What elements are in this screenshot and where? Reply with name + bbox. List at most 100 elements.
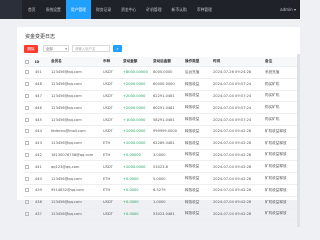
table-row[interactable]: 451 123456@qq.com USDT +8000.00000 8000.0000… (24, 66, 300, 79)
nav-item-coin-management[interactable]: 币种管理 (192, 0, 217, 19)
cell-time: 2024-07-04 09:57:24 (212, 101, 264, 115)
nav-item-system-settings[interactable]: 系统设置 (41, 0, 66, 19)
row-checkbox[interactable] (24, 66, 34, 79)
table-row[interactable]: 442 18130076758@qq.com ETH +0.00000 3.0000 释放… (24, 149, 300, 162)
cell-coin: ETH (102, 184, 122, 197)
row-checkbox[interactable] (24, 137, 34, 150)
col-type: 操作类型 (184, 57, 212, 67)
row-checkbox[interactable] (24, 90, 34, 103)
search-input[interactable]: 请输入用户名 (72, 45, 110, 52)
cell-remark: 购买矿机 (264, 113, 300, 126)
row-checkbox[interactable] (24, 113, 34, 126)
cell-id: 441 (34, 160, 50, 174)
search-button[interactable]: ⌕ (113, 45, 122, 52)
cell-type: 释放收益 (184, 160, 212, 174)
table-row[interactable]: 447 123456@qq.com USDT +2000.0000 62291.0481… (24, 90, 300, 103)
select-all-checkbox[interactable] (24, 57, 34, 67)
type-select-value: 全部 (46, 47, 53, 51)
cell-member: 123456@qq.com (50, 113, 102, 126)
nav-item-miner-management[interactable]: 矿机管理 (141, 0, 166, 19)
table-row[interactable]: 448 123456@qq.com USDT +2000.0000 60000.0000… (24, 78, 300, 91)
row-checkbox[interactable] (24, 196, 34, 209)
main-nav: 首页 系统设置 用户管理 财务记录 资金中心 矿机管理 新币认购 币种管理 (23, 0, 217, 19)
cell-change: +2000.0000 (122, 137, 152, 150)
cell-remark: 矿机收益释放 (264, 196, 300, 209)
search-icon: ⌕ (116, 46, 119, 51)
chevron-down-icon: ▾ (293, 7, 296, 12)
table-row[interactable]: 445 123456@qq.com USDT +1000.0000 58291.0481… (24, 113, 300, 126)
row-checkbox[interactable] (24, 172, 34, 185)
cell-type: 释放收益 (184, 101, 212, 115)
row-checkbox[interactable] (24, 125, 34, 138)
cell-change: +8000.00000 (122, 66, 152, 79)
table-row[interactable]: 440 123456@qq.com ETH +0.0000 5.0000 释放收益 2024… (24, 172, 300, 185)
row-checkbox[interactable] (24, 101, 34, 115)
cell-member: 123456@qq.com (50, 66, 102, 79)
row-checkbox[interactable] (24, 184, 34, 197)
table-row[interactable]: 439 9514832@qq.com ETH +0.0000 6.3279 释放收益 202… (24, 184, 300, 197)
checkbox-icon (25, 141, 29, 146)
col-coin: 币种 (102, 57, 122, 67)
cell-remark: 矿机收益释放 (264, 137, 300, 150)
main-panel: 资金变更日志 删除 全部 ▾ 请输入用户名 ⌕ ID 会员名 币种 变动金额 变… (17, 27, 300, 227)
cell-time: 2024-07-04 09:57:24 (212, 90, 264, 103)
cell-time: 2024-07-04 09:42:28 (212, 208, 264, 221)
cell-change: +0.0000 (122, 208, 152, 221)
cell-member: federico@mail.com (50, 125, 102, 138)
row-checkbox[interactable] (24, 160, 34, 174)
type-select[interactable]: 全部 ▾ (43, 45, 69, 52)
cell-coin: USDT (102, 125, 122, 138)
scrollbar[interactable] (297, 54, 300, 227)
nav-item-funds-center[interactable]: 资金中心 (116, 0, 141, 19)
cell-balance: 6.3279 (152, 184, 184, 197)
checkbox-icon (25, 152, 29, 157)
delete-button[interactable]: 删除 (24, 44, 38, 53)
cell-balance: 999999.0000 (152, 125, 184, 138)
cell-coin: USDT (102, 160, 122, 174)
cell-id: 442 (34, 149, 50, 162)
cell-time: 2024-07-26 09:24:28 (212, 66, 264, 79)
col-id: ID (34, 57, 50, 67)
table-row[interactable]: 446 123456@qq.com USDT +2000.0000 60291.0481… (24, 101, 300, 115)
col-member: 会员名 (50, 57, 102, 67)
cell-change: +0.0000 (122, 184, 152, 197)
table-row[interactable]: 437 123456@qq.com USDT +0.0000 53023.0481 释放收… (24, 208, 300, 221)
cell-time: 2024-07-04 09:42:28 (212, 137, 264, 150)
cell-balance: 1.0000 (152, 196, 184, 209)
cell-type: 释放收益 (184, 113, 212, 126)
cell-member: 9514832@qq.com (50, 184, 102, 197)
cell-change: +2000.0000 (122, 90, 152, 103)
table-row[interactable]: 443 123456@qq.com ETH +2000.0000 62289.0481 释… (24, 137, 300, 150)
fund-log-table: ID 会员名 币种 变动金额 变动后金额 操作类型 时间 备注 451 12345… (24, 57, 300, 221)
row-checkbox[interactable] (24, 78, 34, 91)
nav-item-user-management[interactable]: 用户管理 (65, 0, 91, 19)
table-row[interactable]: 444 federico@mail.com USDT +2000.0000 999999… (24, 125, 300, 138)
col-time: 时间 (212, 57, 264, 67)
cell-id: 446 (34, 101, 50, 115)
row-checkbox[interactable] (24, 208, 34, 221)
cell-remark: 购买矿机 (264, 78, 300, 91)
cell-balance: 53023.8 (152, 160, 184, 174)
cell-change: +2000.0000 (122, 78, 152, 91)
nav-item-home[interactable]: 首页 (23, 0, 41, 19)
cell-remark: 矿机收益释放 (264, 149, 300, 162)
cell-balance: 53023.0481 (152, 208, 184, 221)
cell-time: 2024-07-04 09:42:28 (212, 196, 264, 209)
nav-item-new-coin-subscription[interactable]: 新币认购 (167, 0, 192, 19)
cell-member: 123456@qq.com (50, 137, 102, 150)
cell-type: 释放收益 (184, 78, 212, 91)
checkbox-icon (25, 200, 29, 205)
table-row[interactable]: 441 qq123@qq.com USDT +2000.0000 53023.8 释放收益… (24, 160, 300, 174)
nav-item-finance-records[interactable]: 财务记录 (91, 0, 116, 19)
toolbar: 删除 全部 ▾ 请输入用户名 ⌕ (24, 44, 122, 53)
user-menu[interactable]: admin ▾ (280, 0, 296, 19)
cell-balance: 60291.0481 (152, 101, 184, 115)
checkbox-icon (25, 188, 29, 193)
cell-balance: 3.0000 (152, 149, 184, 162)
cell-time: 2024-07-04 09:42:28 (212, 160, 264, 174)
table-row[interactable]: 438 123456@qq.com USDT +0.0000 1.0000 释放收益 202… (24, 196, 300, 209)
cell-type: 释放收益 (184, 149, 212, 162)
cell-remark: 矿机收益释放 (264, 184, 300, 197)
row-checkbox[interactable] (24, 149, 34, 162)
cell-change: +0.0000 (122, 172, 152, 185)
